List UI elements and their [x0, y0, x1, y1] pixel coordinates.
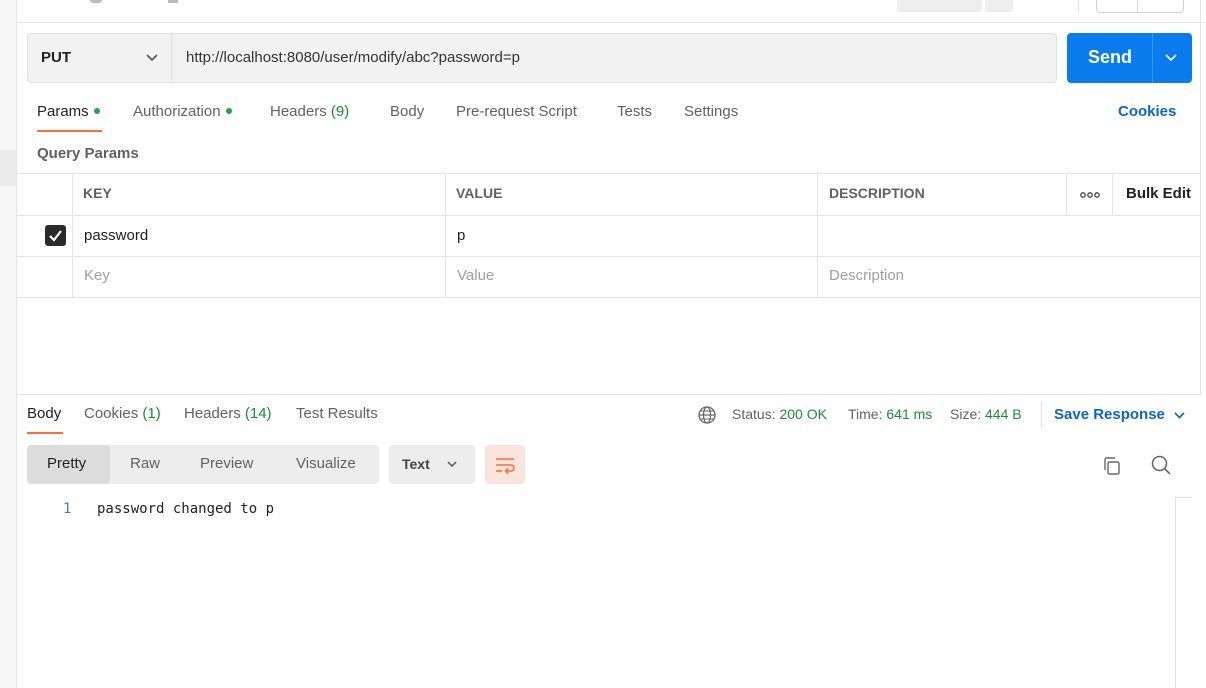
bulk-edit-button[interactable]: Bulk Edit — [1126, 185, 1191, 202]
language-label: Text — [402, 456, 430, 472]
response-body-editor[interactable] — [16, 496, 1176, 688]
param-key-cell[interactable]: password — [84, 227, 148, 244]
wrap-lines-icon — [496, 458, 515, 475]
column-header-key: KEY — [83, 185, 112, 201]
value-placeholder[interactable]: Value — [457, 267, 494, 284]
search-icon[interactable] — [1150, 454, 1172, 476]
status-value: 200 OK — [779, 406, 827, 422]
tab-params[interactable]: Params — [37, 103, 100, 120]
tab-icon-fragment — [90, 0, 102, 3]
active-tab-indicator — [37, 130, 102, 132]
tab-settings[interactable]: Settings — [684, 103, 738, 120]
authorization-active-dot — [225, 108, 232, 115]
more-options-icon[interactable] — [1080, 192, 1100, 198]
scrollbar-track-top — [1175, 497, 1192, 498]
vertical-scrollbar[interactable] — [1175, 498, 1176, 688]
response-body-line[interactable]: password changed to p — [97, 501, 274, 517]
tab-headers[interactable]: Headers (9) — [270, 103, 349, 120]
response-headers-count: (14) — [244, 405, 272, 422]
chevron-down-icon[interactable] — [1173, 410, 1186, 421]
response-tab-cookies[interactable]: Cookies (1) — [84, 405, 161, 422]
response-tab-test-results[interactable]: Test Results — [296, 405, 378, 422]
tab-pre-request-script[interactable]: Pre-request Script — [456, 103, 577, 120]
param-value-cell[interactable]: p — [457, 227, 465, 244]
send-divider — [1152, 33, 1153, 83]
send-options-chevron-icon[interactable] — [1164, 52, 1178, 64]
tab-body[interactable]: Body — [390, 103, 424, 120]
response-tab-body[interactable]: Body — [27, 405, 61, 422]
tab-tests[interactable]: Tests — [617, 103, 652, 120]
save-response-button[interactable]: Save Response — [1054, 406, 1165, 423]
description-placeholder[interactable]: Description — [829, 267, 904, 284]
response-time: Time: 641 ms — [848, 406, 933, 422]
response-size: Size: 444 B — [950, 406, 1022, 422]
format-preview[interactable]: Preview — [200, 455, 253, 472]
active-response-tab-indicator — [27, 432, 63, 434]
format-pretty[interactable]: Pretty — [47, 455, 86, 472]
format-visualize[interactable]: Visualize — [296, 455, 356, 472]
top-toolbar — [16, 0, 1206, 23]
params-active-dot — [93, 108, 100, 115]
param-enabled-checkbox[interactable] — [45, 225, 66, 246]
column-header-description: DESCRIPTION — [829, 185, 925, 201]
send-button-label: Send — [1088, 47, 1133, 67]
line-number: 1 — [63, 501, 72, 517]
response-tab-headers[interactable]: Headers (14) — [184, 405, 272, 422]
copy-icon[interactable] — [1101, 455, 1123, 477]
cookies-count: (1) — [142, 405, 161, 422]
tab-label-fragment — [168, 0, 178, 3]
panel-edge — [1200, 0, 1201, 395]
toolbar-dropdown-fragment[interactable] — [985, 0, 1013, 12]
response-divider[interactable] — [16, 394, 1201, 395]
method-label: PUT — [41, 49, 71, 66]
toolbar-divider — [1078, 0, 1079, 12]
time-value: 641 ms — [886, 406, 933, 422]
chevron-down-icon — [447, 461, 457, 468]
query-params-title: Query Params — [37, 145, 139, 162]
tab-authorization[interactable]: Authorization — [133, 103, 232, 120]
headers-count: (9) — [330, 103, 350, 120]
left-sidebar-strip — [0, 0, 17, 688]
response-status: Status: 200 OK — [732, 406, 827, 422]
cookies-link[interactable]: Cookies — [1118, 103, 1176, 120]
url-bar — [27, 33, 1057, 83]
chevron-down-icon — [146, 54, 158, 62]
key-placeholder[interactable]: Key — [84, 267, 110, 284]
meta-divider — [1041, 402, 1042, 428]
size-value: 444 B — [985, 406, 1022, 422]
url-input[interactable]: http://localhost:8080/user/modify/abc?pa… — [186, 49, 520, 66]
globe-icon[interactable] — [697, 405, 717, 425]
toolbar-split-button-fragment[interactable] — [1096, 0, 1184, 13]
column-header-value: VALUE — [456, 185, 503, 201]
format-raw[interactable]: Raw — [130, 455, 160, 472]
toolbar-button-fragment[interactable] — [897, 0, 982, 12]
